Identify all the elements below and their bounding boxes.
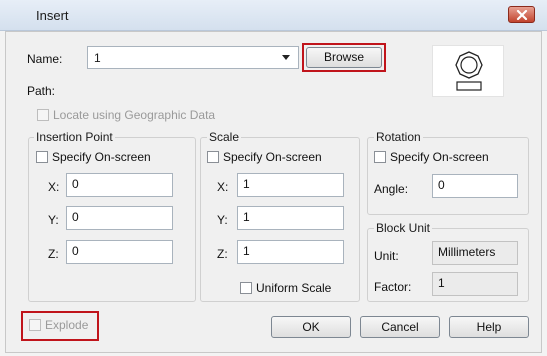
rotation-specify-label: Specify On-screen	[390, 150, 489, 164]
insertion-x-label: X:	[48, 180, 60, 194]
unit-value: Millimeters	[432, 241, 518, 265]
ok-button[interactable]: OK	[271, 316, 351, 338]
factor-value: 1	[432, 272, 518, 296]
scale-specify-checkbox[interactable]	[207, 151, 219, 163]
scale-x-input[interactable]: 1	[237, 173, 344, 197]
angle-input[interactable]: 0	[432, 174, 518, 198]
window-title: Insert	[36, 8, 69, 23]
insertion-z-label: Z:	[48, 247, 59, 261]
scale-y-label: Y:	[217, 213, 228, 227]
dropdown-arrow-icon[interactable]	[282, 55, 290, 60]
browse-button[interactable]: Browse	[306, 47, 382, 68]
browse-label: Browse	[323, 50, 364, 64]
ok-label: OK	[302, 320, 320, 334]
scale-x-label: X:	[217, 180, 229, 194]
block-preview	[432, 45, 504, 97]
insertion-point-title: Insertion Point	[34, 130, 115, 144]
help-button[interactable]: Help	[449, 316, 529, 338]
close-icon	[516, 10, 528, 20]
name-value: 1	[94, 51, 101, 65]
path-label: Path:	[27, 84, 56, 98]
geo-checkbox[interactable]	[37, 109, 49, 121]
block-unit-title: Block Unit	[374, 221, 433, 235]
insertion-specify-checkbox[interactable]	[36, 151, 48, 163]
uniform-scale-checkbox[interactable]	[240, 282, 252, 294]
help-label: Help	[476, 320, 502, 334]
angle-label: Angle:	[374, 182, 409, 196]
rotation-specify-checkbox[interactable]	[374, 151, 386, 163]
close-button[interactable]	[508, 6, 535, 23]
cancel-label: Cancel	[381, 320, 419, 334]
insertion-y-label: Y:	[48, 213, 59, 227]
rotation-title: Rotation	[374, 130, 423, 144]
factor-label: Factor:	[374, 280, 412, 294]
name-label: Name:	[27, 52, 63, 66]
scale-y-input[interactable]: 1	[237, 206, 344, 230]
title-bar: Insert	[0, 0, 547, 31]
geo-label: Locate using Geographic Data	[53, 108, 216, 122]
scale-z-label: Z:	[217, 247, 228, 261]
explode-label: Explode	[45, 318, 89, 332]
insertion-y-input[interactable]: 0	[66, 206, 173, 230]
cancel-button[interactable]: Cancel	[360, 316, 440, 338]
name-combobox[interactable]: 1	[87, 46, 299, 69]
scale-title: Scale	[207, 130, 242, 144]
insertion-z-input[interactable]: 0	[66, 240, 173, 264]
block-preview-icon	[455, 51, 483, 91]
explode-checkbox[interactable]	[29, 319, 41, 331]
uniform-scale-label: Uniform Scale	[256, 281, 332, 295]
scale-specify-label: Specify On-screen	[223, 150, 322, 164]
insertion-x-input[interactable]: 0	[66, 173, 173, 197]
unit-label: Unit:	[374, 249, 399, 263]
scale-z-input[interactable]: 1	[237, 240, 344, 264]
insertion-specify-label: Specify On-screen	[52, 150, 151, 164]
